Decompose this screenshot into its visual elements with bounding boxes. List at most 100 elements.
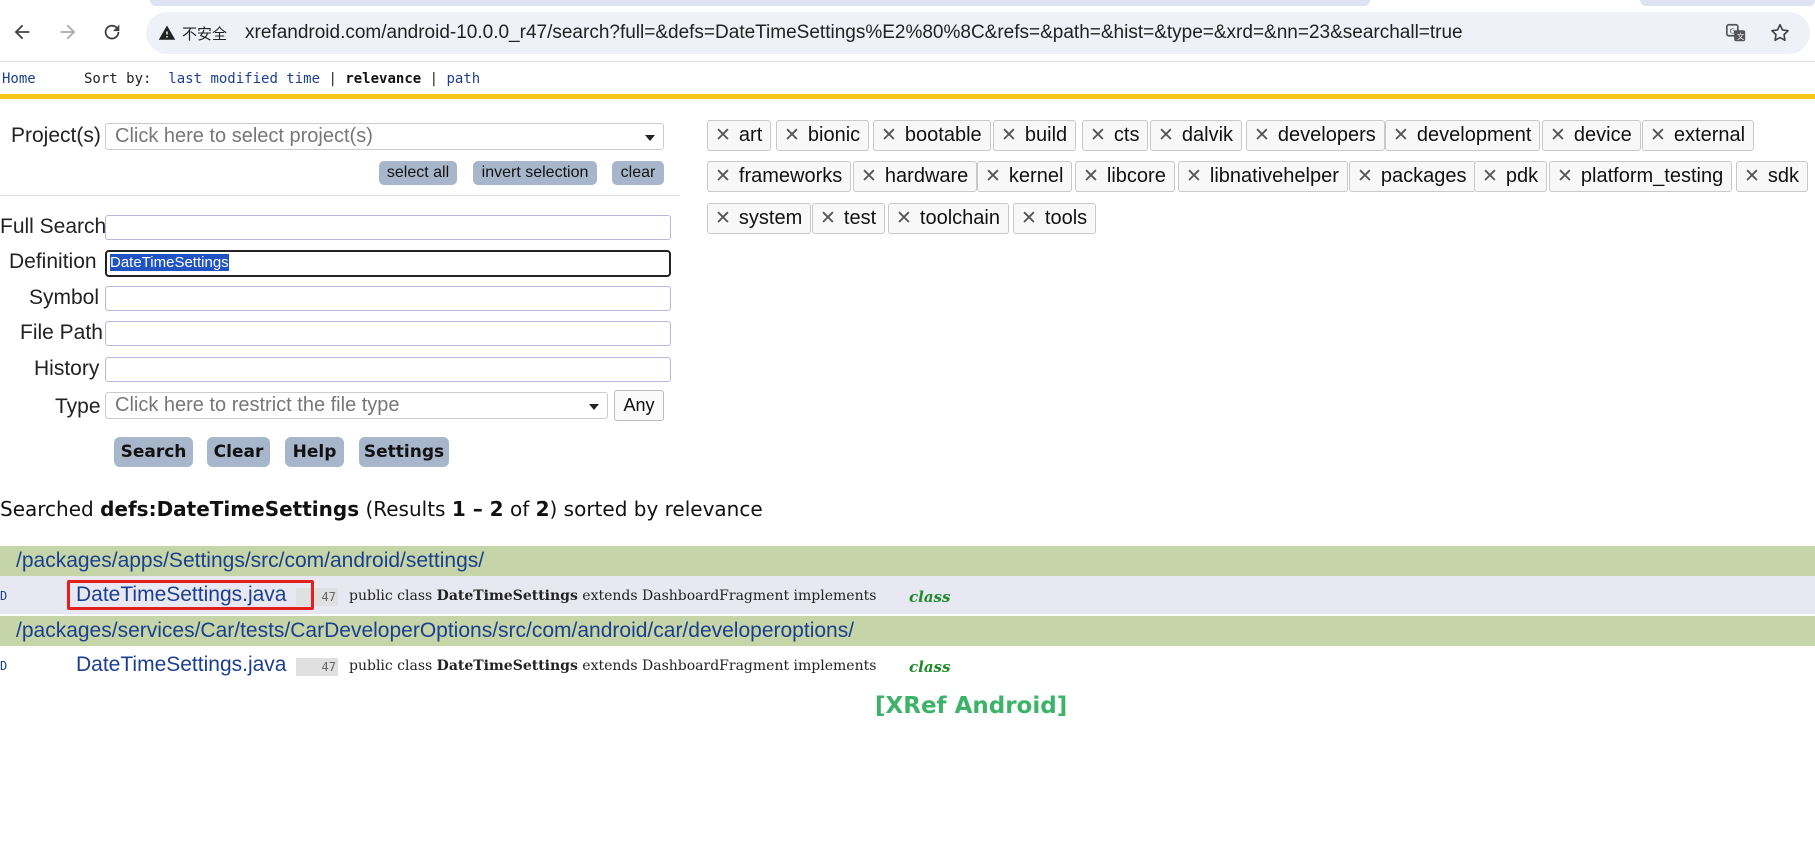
file-path-input[interactable] (105, 321, 671, 346)
file-link[interactable]: DateTimeSettings.java (76, 653, 286, 677)
reload-button[interactable] (94, 14, 130, 50)
close-icon[interactable]: ✕ (1744, 165, 1760, 188)
close-icon[interactable]: ✕ (985, 165, 1001, 188)
settings-button[interactable]: Settings (359, 437, 449, 467)
forward-button[interactable] (50, 14, 86, 50)
back-button[interactable] (4, 14, 40, 50)
clear-projects-button[interactable]: clear (612, 161, 664, 185)
sort-path-link[interactable]: path (447, 71, 481, 87)
symbol-input[interactable] (105, 286, 671, 311)
translate-button[interactable]: G文 (1724, 21, 1748, 45)
back-icon (14, 24, 30, 40)
close-icon[interactable]: ✕ (1001, 124, 1017, 147)
code-text: public class (349, 658, 437, 674)
project-chip[interactable]: ✕ build (993, 120, 1077, 151)
project-chip[interactable]: ✕ pdk (1474, 161, 1548, 192)
close-icon[interactable]: ✕ (820, 207, 836, 230)
full-search-input[interactable] (105, 215, 671, 240)
close-icon[interactable]: ✕ (1550, 124, 1566, 147)
type-select[interactable]: Click here to restrict the file type (105, 392, 608, 419)
translate-icon: G文 (1726, 23, 1746, 42)
warning-icon (158, 25, 176, 40)
project-chip[interactable]: ✕ toolchain (888, 203, 1009, 234)
code-snippet[interactable]: public class DateTimeSettings extends Da… (349, 658, 876, 674)
project-chip[interactable]: ✕ dalvik (1150, 120, 1243, 151)
project-chip[interactable]: ✕ platform_testing (1549, 161, 1733, 192)
chevron-down-icon (645, 135, 655, 141)
close-icon[interactable]: ✕ (1083, 165, 1099, 188)
code-snippet[interactable]: public class DateTimeSettings extends Da… (349, 588, 876, 604)
close-icon[interactable]: ✕ (715, 124, 731, 147)
sort-by-label: Sort by: (84, 71, 152, 87)
directory-link[interactable]: /packages/services/Car/tests/CarDevelope… (16, 619, 854, 643)
project-chip[interactable]: ✕ developers (1246, 120, 1385, 151)
project-chip[interactable]: ✕ cts (1082, 120, 1149, 151)
result-file-row: D DateTimeSettings.java 47 public class … (0, 646, 1815, 684)
project-chip[interactable]: ✕ test (812, 203, 886, 234)
select-all-button[interactable]: select all (379, 161, 457, 185)
projects-select[interactable]: Click here to select project(s) (105, 123, 664, 150)
project-chip-label: cts (1113, 124, 1140, 146)
close-icon[interactable]: ✕ (715, 165, 731, 188)
invert-selection-button[interactable]: invert selection (473, 161, 597, 185)
close-icon[interactable]: ✕ (861, 165, 877, 188)
sort-separator: | (429, 71, 439, 87)
project-chip-label: frameworks (738, 165, 843, 187)
code-text: extends DashboardFragment implements (577, 658, 877, 674)
project-chip[interactable]: ✕ libnativehelper (1178, 161, 1348, 192)
close-icon[interactable]: ✕ (1557, 165, 1573, 188)
summary-text: (Results (359, 497, 452, 521)
close-icon[interactable]: ✕ (1254, 124, 1270, 147)
close-icon[interactable]: ✕ (881, 124, 897, 147)
search-button[interactable]: Search (114, 437, 193, 467)
close-icon[interactable]: ✕ (1186, 165, 1202, 188)
close-icon[interactable]: ✕ (1090, 124, 1106, 147)
full-search-label: Full Search (0, 215, 107, 238)
project-chip[interactable]: ✕ tools (1013, 203, 1097, 234)
project-chip[interactable]: ✕ frameworks (707, 161, 852, 192)
project-chip[interactable]: ✕ system (707, 203, 812, 234)
close-icon[interactable]: ✕ (784, 124, 800, 147)
close-icon[interactable]: ✕ (1021, 207, 1037, 230)
project-chip-label: system (738, 207, 803, 229)
history-input[interactable] (105, 357, 671, 382)
footer-brand[interactable]: [XRef Android] (875, 693, 1067, 719)
close-icon[interactable]: ✕ (1650, 124, 1666, 147)
definition-marker[interactable]: D (0, 659, 7, 673)
close-icon[interactable]: ✕ (1482, 165, 1498, 188)
any-type-button[interactable]: Any (614, 390, 664, 421)
project-chip[interactable]: ✕ sdk (1736, 161, 1809, 192)
project-chip[interactable]: ✕ bionic (776, 120, 870, 151)
project-chip[interactable]: ✕ packages (1349, 161, 1476, 192)
project-chip[interactable]: ✕ art (707, 120, 772, 151)
definition-label: Definition (9, 250, 97, 273)
summary-range: 1 – 2 (451, 497, 504, 521)
url-text[interactable]: xrefandroid.com/android-10.0.0_r47/searc… (245, 22, 1463, 44)
definition-marker[interactable]: D (0, 589, 7, 603)
file-link[interactable]: DateTimeSettings.java (76, 583, 286, 607)
project-chip[interactable]: ✕ libcore (1075, 161, 1175, 192)
header-divider (0, 94, 1815, 99)
project-chip[interactable]: ✕ hardware (853, 161, 978, 192)
clear-button[interactable]: Clear (207, 437, 270, 467)
project-chip[interactable]: ✕ external (1642, 120, 1755, 151)
help-button[interactable]: Help (285, 437, 344, 467)
project-chip[interactable]: ✕ development (1385, 120, 1541, 151)
project-chip[interactable]: ✕ kernel (977, 161, 1073, 192)
definition-input[interactable]: DateTimeSettings (105, 250, 671, 277)
bookmark-button[interactable] (1768, 21, 1792, 45)
directory-link[interactable]: /packages/apps/Settings/src/com/android/… (16, 549, 484, 573)
project-chip[interactable]: ✕ bootable (873, 120, 991, 151)
home-link[interactable]: Home (2, 71, 36, 87)
close-icon[interactable]: ✕ (715, 207, 731, 230)
close-icon[interactable]: ✕ (896, 207, 912, 230)
security-chip[interactable]: 不安全 (158, 23, 227, 44)
sort-last-modified-link[interactable]: last modified time (168, 71, 320, 87)
address-bar[interactable]: 不安全 xrefandroid.com/android-10.0.0_r47/s… (146, 12, 1810, 54)
close-icon[interactable]: ✕ (1357, 165, 1373, 188)
line-number[interactable]: 47 (296, 588, 338, 606)
close-icon[interactable]: ✕ (1158, 124, 1174, 147)
line-number[interactable]: 47 (296, 658, 338, 676)
project-chip[interactable]: ✕ device (1542, 120, 1641, 151)
close-icon[interactable]: ✕ (1393, 124, 1409, 147)
